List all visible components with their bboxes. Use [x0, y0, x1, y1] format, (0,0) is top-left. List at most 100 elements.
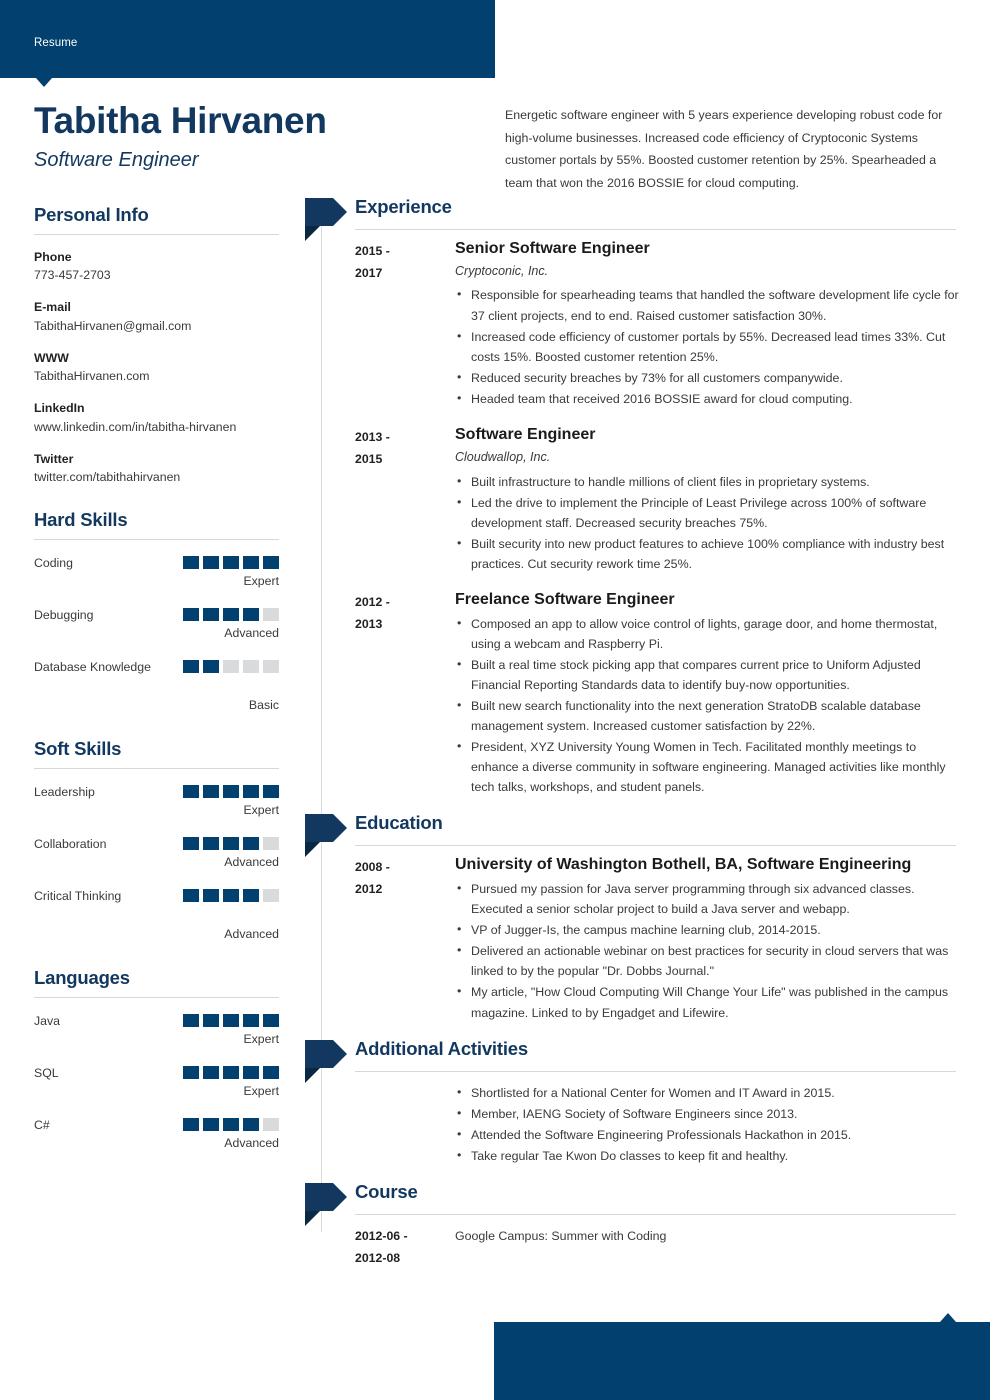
- entry-body: Google Campus: Summer with Coding: [455, 1223, 960, 1270]
- rating-square-filled: [183, 1118, 199, 1132]
- sidebar: Personal Info Phone 773-457-2703 E-mail Tab…: [34, 204, 279, 1176]
- skill-row: C# Advanced: [34, 1116, 279, 1154]
- rating-square-filled: [243, 608, 259, 622]
- personal-info-value: TabithaHirvanen@gmail.com: [34, 318, 192, 333]
- skill-row: Critical Thinking Advanced: [34, 887, 279, 945]
- personal-info-value: 773-457-2703: [34, 268, 111, 283]
- skill-row: Debugging Advanced: [34, 606, 279, 644]
- entry-row: 2015 - 2017 Senior Software Engineer Crypto…: [355, 238, 960, 410]
- rating-square-filled: [183, 837, 199, 851]
- entry-row: Shortlisted for a National Center for Wo…: [355, 1080, 960, 1167]
- rating-square-filled: [263, 556, 279, 570]
- skill-rating-meter: [183, 785, 279, 799]
- sidebar-section-personal-info: Personal Info Phone 773-457-2703 E-mail Tab…: [34, 204, 279, 487]
- timeline-entry: 2012 - 2013 Freelance Software Engineer Com…: [305, 589, 960, 798]
- rating-square-filled: [203, 889, 219, 903]
- section-title: Education: [355, 812, 443, 834]
- timeline-entry: Shortlisted for a National Center for Wo…: [305, 1080, 960, 1167]
- section-header: Course: [305, 1181, 960, 1227]
- skill-name: SQL: [34, 1066, 59, 1081]
- section-divider: [34, 997, 279, 999]
- rating-square-filled: [243, 1066, 259, 1080]
- timeline-entry: 2013 - 2015 Software Engineer Cloudwallop, …: [305, 424, 960, 575]
- entry-company-name: Cloudwallop, Inc.: [455, 449, 551, 464]
- skill-name: Collaboration: [34, 837, 107, 852]
- entry-row: 2012 - 2013 Freelance Software Engineer Com…: [355, 589, 960, 798]
- rating-square-filled: [223, 608, 239, 622]
- skill-name: Leadership: [34, 785, 95, 800]
- rating-square-filled: [203, 1014, 219, 1028]
- section-header: Additional Activities: [305, 1038, 960, 1083]
- ribbon-arrow-tip: [333, 1039, 347, 1068]
- entry-role-title: University of Washington Bothell, BA, So…: [455, 856, 912, 874]
- skill-rating-meter: [183, 660, 279, 674]
- rating-square-filled: [183, 889, 199, 903]
- ribbon-body: [305, 1183, 333, 1212]
- skill-row: Database Knowledge Basic: [34, 658, 279, 716]
- skill-row: Collaboration Advanced: [34, 835, 279, 873]
- rating-square-filled: [243, 1118, 259, 1132]
- section-divider: [355, 845, 956, 847]
- main-sections: Experience 2015 - 2017 Senior Software Engi…: [305, 196, 960, 1270]
- skill-rating-meter: [183, 837, 279, 851]
- entry-date: 2013 - 2015: [355, 424, 455, 575]
- entry-bullet-list: Shortlisted for a National Center for Wo…: [455, 1082, 960, 1166]
- bullet-item: Headed team that received 2016 BOSSIE aw…: [455, 388, 960, 409]
- rating-square-filled: [243, 556, 259, 570]
- rating-square-filled: [203, 608, 219, 622]
- skill-name: Coding: [34, 556, 73, 571]
- entry-body: Senior Software Engineer Cryptoconic, Inc…: [455, 238, 960, 410]
- ribbon-marker-icon: [305, 198, 347, 241]
- section-heading: Soft Skills: [34, 738, 122, 760]
- personal-info-value: twitter.com/tabithahirvanen: [34, 470, 181, 485]
- rating-square-filled: [183, 1014, 199, 1028]
- rating-square-empty: [243, 660, 259, 674]
- entry-role-title: Freelance Software Engineer: [455, 590, 675, 608]
- section-heading: Hard Skills: [34, 509, 128, 531]
- section-divider: [34, 768, 279, 770]
- rating-square-filled: [203, 660, 219, 674]
- rating-square-empty: [263, 837, 279, 851]
- section-heading: Personal Info: [34, 204, 149, 225]
- rating-square-empty: [263, 1118, 279, 1132]
- personal-info-label: WWW: [34, 350, 69, 365]
- entry-bullet-list: Composed an app to allow voice control o…: [455, 613, 960, 798]
- ribbon-arrow-tip: [333, 814, 347, 843]
- bullet-item: Composed an app to allow voice control o…: [455, 613, 960, 654]
- rating-square-filled: [203, 785, 219, 799]
- entry-role-title: Senior Software Engineer: [455, 240, 650, 257]
- section-title: Course: [355, 1181, 418, 1203]
- timeline-entry: 2012-06 - 2012-08 Google Campus: Summer wi…: [305, 1223, 960, 1270]
- skill-name: C#: [34, 1118, 50, 1133]
- ribbon-arrow-tip: [333, 1183, 347, 1212]
- skill-row: Leadership Expert: [34, 783, 279, 821]
- entry-date: 2012-06 - 2012-08: [355, 1223, 455, 1270]
- section-divider: [355, 229, 956, 230]
- entry-row: 2012-06 - 2012-08 Google Campus: Summer wi…: [355, 1223, 960, 1270]
- skill-level-label: Expert: [243, 1084, 279, 1099]
- banner-label: Resume: [34, 37, 78, 49]
- rating-square-filled: [243, 785, 259, 799]
- rating-square-filled: [203, 1066, 219, 1080]
- personal-info-item: Phone 773-457-2703: [34, 248, 279, 285]
- personal-info-label: Twitter: [34, 451, 74, 466]
- skill-level-label: Basic: [248, 698, 279, 713]
- identity-block: Tabitha Hirvanen Software Engineer: [34, 100, 474, 172]
- entry-date-line: 2012: [355, 882, 383, 897]
- bullet-item: Responsible for spearheading teams that …: [455, 284, 960, 325]
- timeline-entry: 2015 - 2017 Senior Software Engineer Crypto…: [305, 238, 960, 410]
- skill-row: SQL Expert: [34, 1064, 279, 1102]
- main-column: Experience 2015 - 2017 Senior Software Engi…: [305, 196, 960, 1284]
- rating-square-filled: [203, 556, 219, 570]
- personal-info-item: E-mail TabithaHirvanen@gmail.com: [34, 298, 279, 335]
- bullet-item: Built new search functionality into the …: [455, 695, 960, 736]
- entry-bullet-list: Built infrastructure to handle millions …: [455, 470, 960, 574]
- entry-role-title: Software Engineer: [455, 426, 596, 444]
- skill-level-label: Advanced: [224, 626, 279, 641]
- page-title: Tabitha Hirvanen: [34, 100, 327, 141]
- skill-level-label: Expert: [243, 1032, 279, 1047]
- personal-info-item: Twitter twitter.com/tabithahirvanen: [34, 450, 279, 487]
- section-divider: [355, 1214, 956, 1216]
- section-heading: Languages: [34, 967, 130, 989]
- rating-square-filled: [183, 608, 199, 622]
